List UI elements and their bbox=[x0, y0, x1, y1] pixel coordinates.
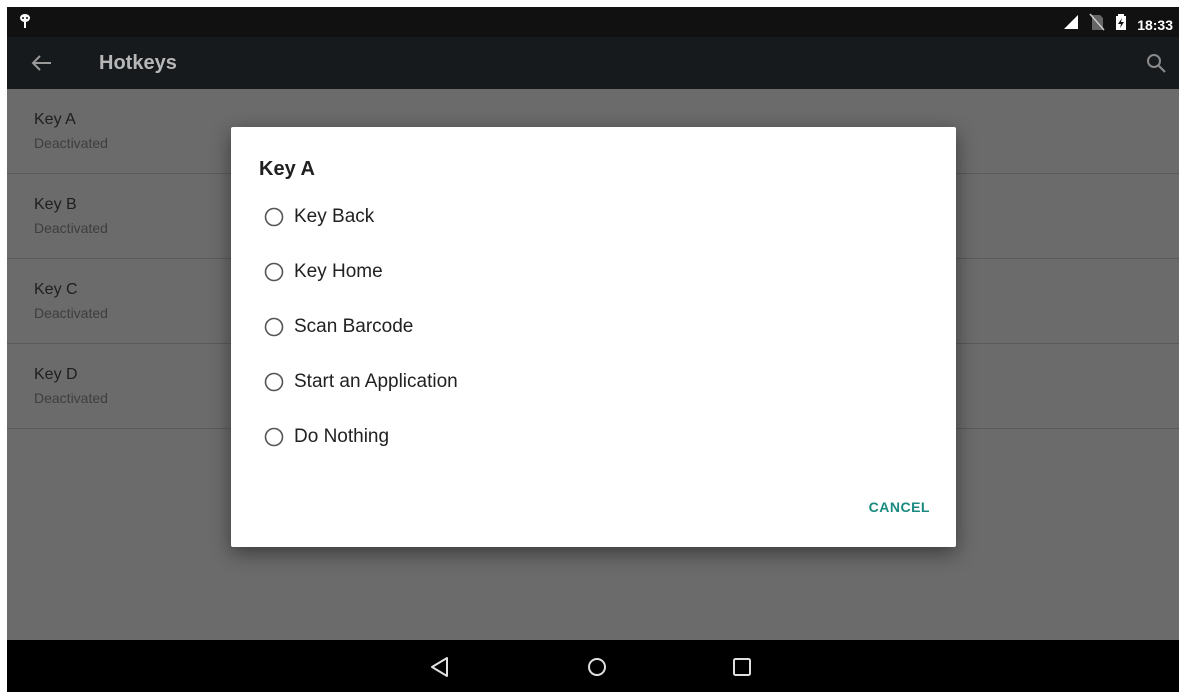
list-item-subtitle: Deactivated bbox=[34, 390, 108, 406]
dialog-title: Key A bbox=[259, 158, 315, 180]
radio-unchecked-icon[interactable] bbox=[264, 317, 284, 337]
page-title: Hotkeys bbox=[99, 52, 177, 74]
hotkey-action-dialog: Key A Key Back Key Home Scan Barcode Sta… bbox=[231, 127, 956, 547]
android-debug-icon bbox=[19, 13, 31, 32]
option-key-back[interactable]: Key Back bbox=[264, 202, 664, 232]
status-bar: 18:33 bbox=[7, 7, 1179, 37]
radio-unchecked-icon[interactable] bbox=[264, 207, 284, 227]
option-label: Scan Barcode bbox=[294, 316, 414, 337]
cancel-button[interactable]: CANCEL bbox=[869, 499, 930, 515]
list-item-subtitle: Deactivated bbox=[34, 135, 108, 151]
list-item-subtitle: Deactivated bbox=[34, 220, 108, 236]
option-label: Key Back bbox=[294, 206, 375, 227]
recents-square-icon[interactable] bbox=[729, 654, 755, 680]
list-item-subtitle: Deactivated bbox=[34, 305, 108, 321]
home-circle-icon[interactable] bbox=[584, 654, 610, 680]
list-item-title: Key A bbox=[34, 111, 76, 128]
option-label: Start an Application bbox=[294, 371, 458, 392]
option-start-application[interactable]: Start an Application bbox=[264, 367, 664, 397]
option-do-nothing[interactable]: Do Nothing bbox=[264, 422, 664, 452]
status-clock: 18:33 bbox=[1137, 16, 1173, 33]
screen: 18:33 Hotkeys Key A Deactivated Key B De… bbox=[7, 7, 1179, 692]
list-item-title: Key C bbox=[34, 281, 78, 298]
signal-icon bbox=[1063, 14, 1079, 35]
back-triangle-icon[interactable] bbox=[427, 654, 453, 680]
option-label: Do Nothing bbox=[294, 426, 390, 447]
radio-unchecked-icon[interactable] bbox=[264, 427, 284, 447]
list-item-title: Key D bbox=[34, 366, 78, 383]
radio-unchecked-icon[interactable] bbox=[264, 262, 284, 282]
battery-icon bbox=[1115, 14, 1127, 35]
back-arrow-icon[interactable] bbox=[29, 51, 55, 75]
app-bar: Hotkeys bbox=[7, 37, 1179, 89]
search-icon[interactable] bbox=[1145, 52, 1167, 74]
no-sim-icon bbox=[1089, 13, 1105, 36]
radio-unchecked-icon[interactable] bbox=[264, 372, 284, 392]
option-label: Key Home bbox=[294, 261, 383, 282]
option-key-home[interactable]: Key Home bbox=[264, 257, 664, 287]
list-item-title: Key B bbox=[34, 196, 77, 213]
option-scan-barcode[interactable]: Scan Barcode bbox=[264, 312, 664, 342]
navigation-bar bbox=[7, 640, 1179, 692]
